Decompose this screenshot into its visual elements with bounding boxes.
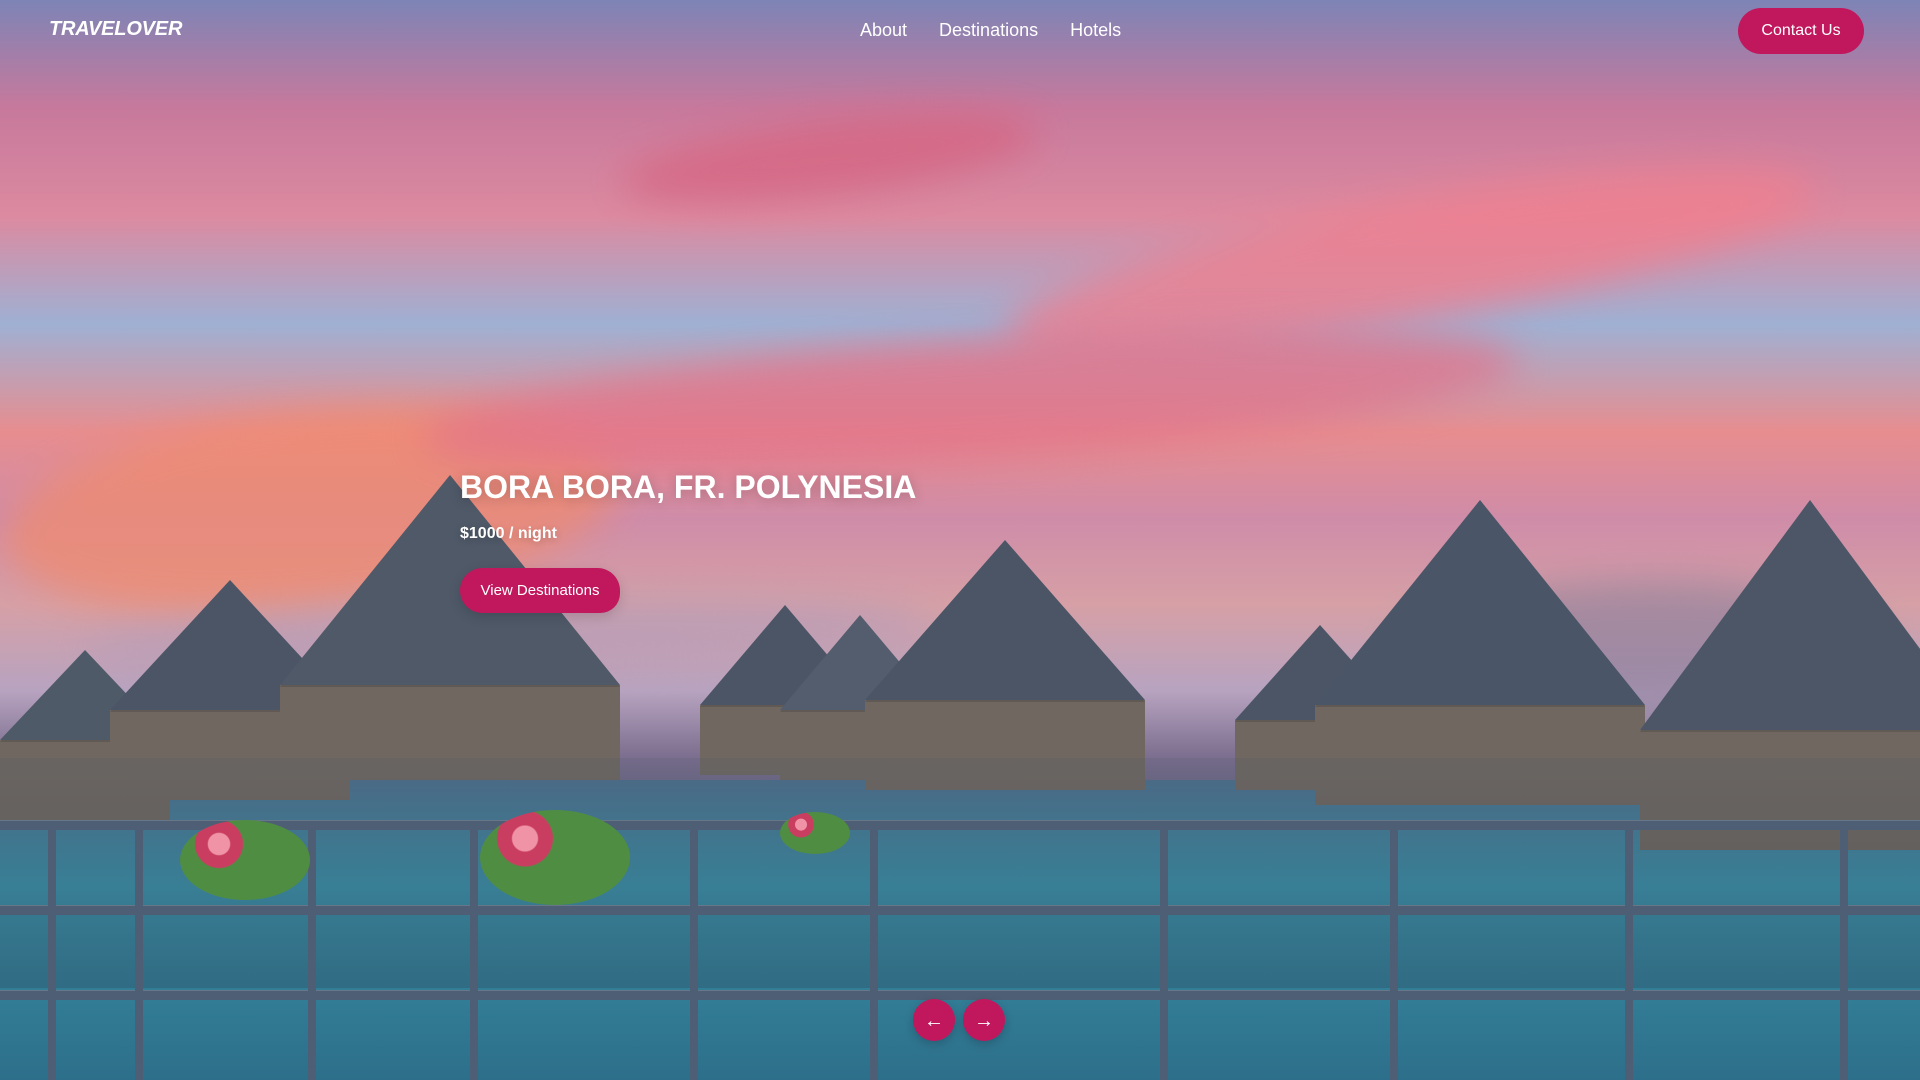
- page-title: BORA BORA, FR. POLYNESIA: [460, 469, 917, 505]
- cloud-shape: [616, 94, 1044, 221]
- hero-copy: BORA BORA, FR. POLYNESIA $1000 / night V…: [460, 469, 1160, 614]
- railing-post: [1625, 822, 1633, 1080]
- railing-post: [870, 822, 878, 1080]
- brand-logo[interactable]: TRAVELOVER: [49, 18, 182, 41]
- railing-post: [470, 822, 478, 1080]
- left-arrow-icon[interactable]: ←: [913, 999, 955, 1041]
- flower-plant: [780, 812, 850, 854]
- carousel-controls: ← →: [913, 999, 1005, 1041]
- view-destinations-button[interactable]: View Destinations: [460, 568, 620, 614]
- railing-post: [1390, 822, 1398, 1080]
- railing-post: [48, 822, 56, 1080]
- price-text: $1000 / night: [460, 525, 557, 543]
- nav-link-hotels[interactable]: Hotels: [1070, 20, 1121, 41]
- main-menu: About Destinations Hotels: [860, 20, 1121, 41]
- right-arrow-icon[interactable]: →: [963, 999, 1005, 1041]
- flower-plant: [180, 820, 310, 900]
- top-navigation: TRAVELOVER About Destinations Hotels Con…: [0, 0, 1920, 60]
- flower-plant: [480, 810, 630, 905]
- hero-section: TRAVELOVER About Destinations Hotels Con…: [0, 0, 1920, 1080]
- railing-post: [135, 822, 143, 1080]
- nav-link-destinations[interactable]: Destinations: [939, 20, 1038, 41]
- railing-post: [1840, 822, 1848, 1080]
- railing-post: [1160, 822, 1168, 1080]
- nav-link-about[interactable]: About: [860, 20, 907, 41]
- railing-post: [690, 822, 698, 1080]
- contact-button[interactable]: Contact Us: [1738, 8, 1864, 54]
